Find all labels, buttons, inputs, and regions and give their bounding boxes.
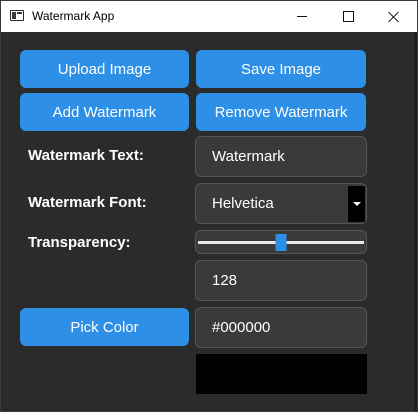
slider-handle[interactable]	[275, 234, 287, 251]
save-image-button[interactable]: Save Image	[196, 50, 366, 88]
upload-image-button[interactable]: Upload Image	[20, 50, 189, 88]
remove-watermark-button[interactable]: Remove Watermark	[196, 93, 366, 131]
color-hex-input[interactable]: #000000	[195, 307, 367, 348]
main-panel: Upload Image Save Image Add Watermark Re…	[1, 32, 417, 411]
watermark-font-value: Helvetica	[212, 195, 274, 212]
app-window-icon	[10, 10, 24, 21]
window-title: Watermark App	[32, 9, 115, 23]
minimize-button[interactable]	[279, 1, 325, 32]
close-button[interactable]	[371, 1, 417, 32]
transparency-slider[interactable]	[195, 230, 367, 254]
watermark-text-input[interactable]: Watermark	[195, 136, 367, 177]
watermark-text-label: Watermark Text:	[28, 147, 144, 164]
transparency-value-input[interactable]: 128	[195, 260, 367, 301]
maximize-button[interactable]	[325, 1, 371, 32]
add-watermark-button[interactable]: Add Watermark	[20, 93, 189, 131]
window-edge	[414, 32, 417, 411]
watermark-font-select[interactable]: Helvetica	[195, 183, 367, 224]
minimize-icon	[297, 16, 307, 17]
watermark-font-label: Watermark Font:	[28, 194, 147, 211]
color-preview-swatch	[196, 354, 367, 394]
app-window: Watermark App Upload Image Save Image Ad…	[0, 0, 418, 412]
chevron-down-icon[interactable]	[348, 186, 365, 222]
close-icon	[388, 11, 400, 23]
pick-color-button[interactable]: Pick Color	[20, 308, 189, 346]
maximize-icon	[342, 11, 354, 22]
transparency-label: Transparency:	[28, 234, 131, 251]
title-bar: Watermark App	[1, 1, 417, 32]
